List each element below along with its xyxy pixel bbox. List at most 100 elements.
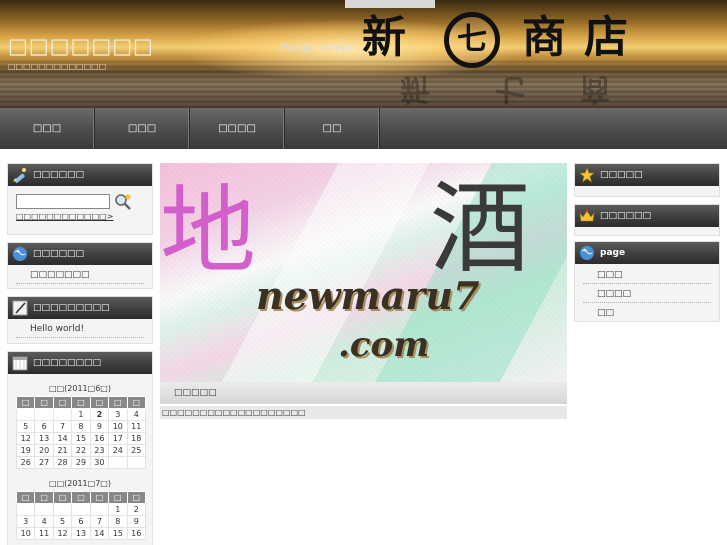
calendar-weekday: □ — [89, 491, 110, 504]
calendar-day[interactable]: 2 — [126, 503, 147, 516]
calendar-weekday: □ — [71, 491, 91, 504]
calendar-day[interactable]: 16 — [126, 527, 147, 540]
calendar-day[interactable]: 16 — [89, 432, 110, 445]
calendar-day[interactable]: 19 — [15, 444, 36, 457]
globe-icon — [580, 246, 594, 260]
calendar-day[interactable]: 3 — [108, 408, 128, 421]
calendar-weekday: □ — [126, 396, 147, 409]
search-input[interactable] — [16, 194, 110, 209]
main-banner[interactable]: 地 酒 newmaru7 .com — [160, 163, 567, 382]
calendar-day[interactable]: 28 — [52, 456, 73, 469]
post-title[interactable]: □□□□□ — [160, 382, 567, 404]
nav-item-3[interactable]: □□□□ — [190, 108, 285, 149]
calendar-day[interactable]: 6 — [71, 515, 91, 528]
calendar-day[interactable]: 14 — [89, 527, 110, 540]
categories-list: □□□□□□□ — [8, 265, 152, 284]
calendar-day[interactable]: 5 — [15, 420, 36, 433]
crown-icon — [579, 209, 595, 222]
search-more-link[interactable]: □□□□□□□□□□□□> — [16, 212, 113, 221]
calendar-day[interactable]: 12 — [15, 432, 36, 445]
calendar-day[interactable]: 30 — [89, 456, 110, 469]
calendar-empty-day — [126, 456, 147, 469]
calendar-day[interactable]: 15 — [71, 432, 91, 445]
calendar-day[interactable]: 14 — [52, 432, 73, 445]
calendar-widget-label: □□□□□□□□ — [33, 358, 102, 368]
right-widget-2: □□□□□□ — [574, 204, 720, 236]
calendar-day[interactable]: 26 — [15, 456, 36, 469]
calendar-day[interactable]: 11 — [126, 420, 147, 433]
calendar-weekday: □ — [89, 396, 110, 409]
calendar-day[interactable]: 10 — [108, 420, 128, 433]
calendar-day[interactable]: 21 — [52, 444, 73, 457]
magnifier-icon[interactable] — [114, 193, 132, 211]
calendar-day[interactable]: 20 — [34, 444, 54, 457]
calendar-weekday-row: □ □ □ □ □ □ □ — [15, 396, 147, 409]
recent-post-link[interactable]: Hello world! — [16, 319, 144, 338]
right-widget-2-title: □□□□□□ — [575, 205, 719, 227]
calendar-weekday-row: □ □ □ □ □ □ □ — [15, 491, 147, 504]
calendar-day[interactable]: 22 — [71, 444, 91, 457]
page-link-2[interactable]: □□□□ — [583, 284, 711, 303]
calendar-day[interactable]: 11 — [34, 527, 54, 540]
calendar-day[interactable]: 8 — [108, 515, 128, 528]
calendar-weekday: □ — [34, 396, 54, 409]
calendar-caption-july: □□(2011□7□) — [49, 479, 111, 488]
globe-icon — [13, 247, 27, 261]
search-widget: □□□□□□ □□□□□□□□□□□□> — [7, 163, 153, 235]
star-icon — [579, 167, 595, 183]
calendar-week-row: 10 11 12 13 14 15 16 — [15, 527, 147, 540]
header-overlay-text: Pacific Ocean — [280, 41, 356, 54]
page-link-3[interactable]: □□ — [583, 303, 711, 321]
calendar-day[interactable]: 17 — [108, 432, 128, 445]
category-link[interactable]: □□□□□□□ — [16, 265, 144, 284]
calendar-day[interactable]: 18 — [126, 432, 147, 445]
calendar-empty-day — [34, 503, 54, 516]
calendar-day[interactable]: 13 — [34, 432, 54, 445]
calendar-day[interactable]: 9 — [126, 515, 147, 528]
calendar-day[interactable]: 1 — [71, 408, 91, 421]
calendar-day[interactable]: 7 — [52, 420, 73, 433]
search-widget-body: □□□□□□□□□□□□> — [8, 186, 152, 234]
calendar-day[interactable]: 6 — [34, 420, 54, 433]
post-excerpt: □□□□□□□□□□□□□□□□□□□ — [160, 406, 567, 419]
pages-widget: page □□□ □□□□ □□ — [574, 241, 720, 322]
calendar-day[interactable]: 3 — [15, 515, 36, 528]
calendar-day[interactable]: 15 — [108, 527, 128, 540]
calendar-empty-day — [52, 503, 73, 516]
right-widget-2-label: □□□□□□ — [600, 211, 652, 221]
calendar-day[interactable]: 25 — [126, 444, 147, 457]
calendar-empty-day — [52, 408, 73, 421]
calendar-day[interactable]: 24 — [108, 444, 128, 457]
calendar-day[interactable]: 1 — [108, 503, 128, 516]
logo-char-1: 新 — [362, 12, 406, 63]
nav-item-1[interactable]: □□□ — [0, 108, 95, 149]
calendar-day[interactable]: 2 — [89, 408, 110, 421]
calendar-day[interactable]: 5 — [52, 515, 73, 528]
calendar-week-row: 3456789 — [15, 515, 147, 528]
calendar-weekday: □ — [34, 491, 54, 504]
calendar-weekday: □ — [71, 396, 91, 409]
calendar-day[interactable]: 29 — [71, 456, 91, 469]
pages-list: □□□ □□□□ □□ — [575, 264, 719, 321]
calendar-day[interactable]: 27 — [34, 456, 54, 469]
banner-kanji-left: 地 — [160, 175, 256, 287]
nav-item-2[interactable]: □□□ — [95, 108, 190, 149]
logo-reflection: 新 七 商 — [400, 70, 650, 106]
calendar-day[interactable]: 7 — [89, 515, 110, 528]
site-title[interactable]: □□□□□□□ — [8, 34, 154, 58]
calendar-day[interactable]: 13 — [71, 527, 91, 540]
calendar-days: 1 2 3 4 5 6 7 8 9 10 11 12 13 14 15 16 17 18 19 20 21 22 23 24 2… — [15, 408, 147, 469]
right-widget-1-label: □□□□□ — [600, 170, 643, 180]
calendar-day[interactable]: 23 — [89, 444, 110, 457]
categories-widget-label: □□□□□□ — [33, 249, 85, 259]
calendar-day[interactable]: 4 — [34, 515, 54, 528]
nav-item-4[interactable]: □□ — [285, 108, 380, 149]
search-widget-title: □□□□□□ — [8, 164, 152, 186]
calendar-day[interactable]: 10 — [15, 527, 36, 540]
calendar-day[interactable]: 8 — [71, 420, 91, 433]
page-link-1[interactable]: □□□ — [583, 264, 711, 284]
recent-posts-widget: □□□□□□□□□ Hello world! — [7, 296, 153, 344]
calendar-day[interactable]: 4 — [126, 408, 147, 421]
calendar-day[interactable]: 12 — [52, 527, 73, 540]
calendar-day[interactable]: 9 — [89, 420, 110, 433]
